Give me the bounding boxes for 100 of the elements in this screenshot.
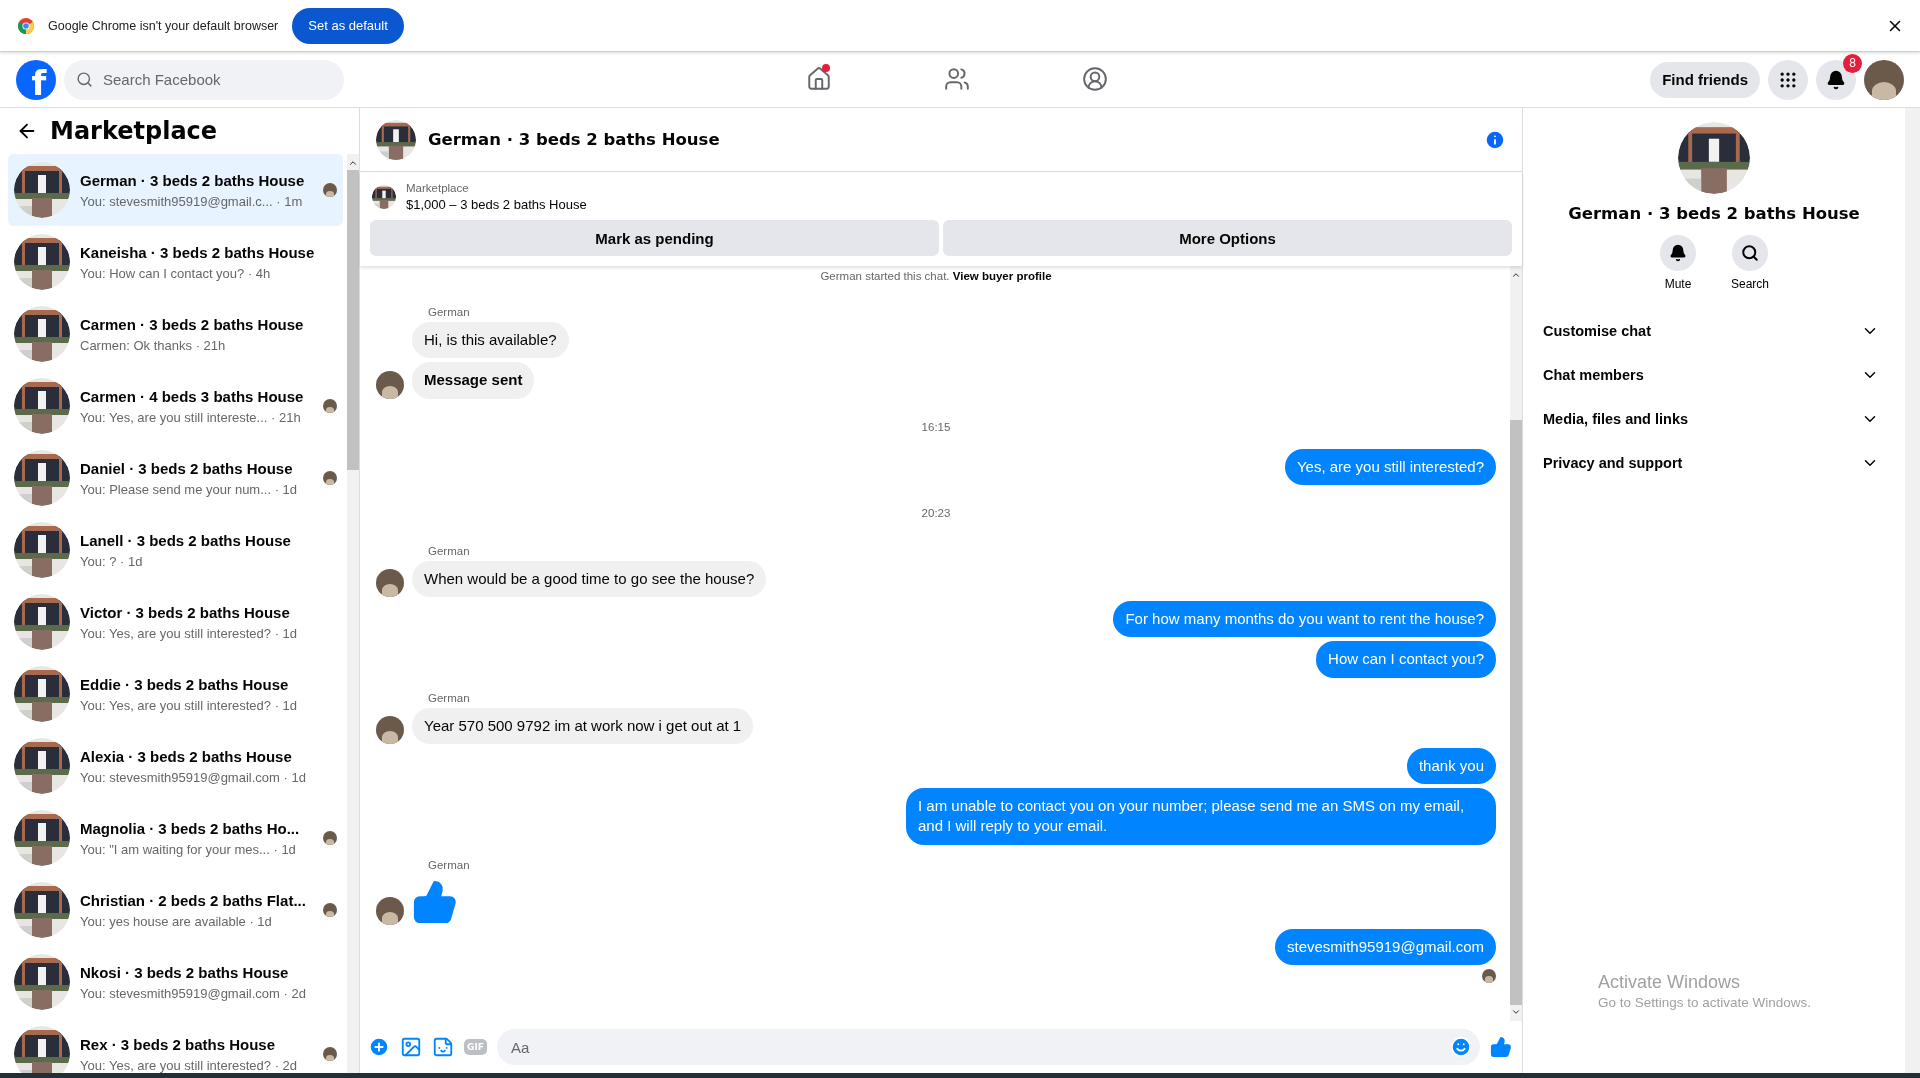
message-bubble: I am unable to contact you on your number; please send me an SMS on my email, and I will reply to your email. — [906, 788, 1496, 845]
bell-icon — [1669, 244, 1687, 262]
conversation-item[interactable]: Magnolia · 3 beds 2 baths Ho... You: "I am waiting for your mes... · 1d — [8, 802, 343, 874]
conversation-title: Carmen · 4 beds 3 baths House — [80, 386, 304, 406]
activation-title: Activate Windows — [1598, 972, 1742, 993]
conversation-item[interactable]: Carmen · 4 beds 3 baths House You: Yes, are you still intereste... · 21h — [8, 370, 343, 442]
bell-icon — [1826, 69, 1846, 90]
conversation-preview: You: ? · 1d — [80, 552, 143, 570]
conversation-preview: You: Yes, are you still interested? · 1d — [80, 696, 298, 714]
sticker-icon[interactable] — [432, 1036, 454, 1058]
conversation-item[interactable]: Christian · 2 beds 2 baths Flat... You: yes house are available · 1d — [8, 874, 343, 946]
listing-title: $1,000 – 3 beds 2 baths House — [406, 197, 587, 212]
conversation-item[interactable]: Daniel · 3 beds 2 baths House You: Please send me your num... · 1d — [8, 442, 343, 514]
message-bubble: stevesmith95919@gmail.com — [1275, 928, 1496, 965]
conversation-title: Alexia · 3 beds 2 baths House — [80, 746, 292, 766]
info-icon[interactable] — [1484, 128, 1506, 151]
sidebar-title: Marketplace — [50, 117, 218, 145]
conversation-title: German · 3 beds 2 baths House — [80, 170, 305, 190]
sender-name: German — [428, 691, 470, 704]
message-bubble: How can I contact you? — [1316, 641, 1496, 678]
conversation-title: Kaneisha · 3 beds 2 baths House — [80, 242, 315, 262]
logo[interactable]: f — [16, 59, 56, 100]
message-bubble: thank you — [1406, 747, 1496, 784]
plus-icon[interactable] — [368, 1036, 390, 1058]
seen-avatar — [1482, 968, 1496, 983]
conversation-title: Lanell · 3 beds 2 baths House — [80, 530, 291, 550]
details-section[interactable]: Chat members — [1541, 353, 1887, 397]
search-bar[interactable]: Search Facebook — [64, 59, 344, 100]
conversation-preview: You: How can I contact you? · 4h — [80, 264, 271, 282]
conversation-item[interactable]: Kaneisha · 3 beds 2 baths House You: How can I contact you? · 4h — [8, 226, 343, 298]
scroll-up-icon[interactable] — [348, 158, 358, 168]
set-default-button[interactable]: Set as default — [292, 7, 404, 44]
details-title: German · 3 beds 2 baths House — [1568, 204, 1860, 223]
scrollbar[interactable] — [347, 154, 359, 1073]
details-section[interactable]: Customise chat — [1541, 309, 1887, 353]
conversation-title: Nkosi · 3 beds 2 baths House — [80, 962, 289, 982]
message-bubble: Message sent — [412, 362, 535, 399]
thumbs-up-icon — [412, 878, 458, 925]
notifications-button[interactable] — [1816, 59, 1856, 100]
scrollbar[interactable] — [1905, 108, 1920, 1073]
conversation-title: Carmen · 3 beds 2 baths House — [80, 314, 304, 334]
conversation-title: Rex · 3 beds 2 baths House — [80, 1034, 276, 1054]
listing-button[interactable]: More Options — [943, 220, 1512, 256]
search-icon — [76, 71, 93, 88]
conversation-preview: Carmen: Ok thanks · 21h — [80, 336, 226, 354]
conversation-item[interactable]: Lanell · 3 beds 2 baths House You: ? · 1d — [8, 514, 343, 586]
message-bubble: When would be a good time to go see the house? — [412, 560, 767, 597]
chat-title: German · 3 beds 2 baths House — [428, 130, 721, 149]
mute-button[interactable]: Mute — [1654, 235, 1702, 291]
activation-text: Go to Settings to activate Windows. — [1598, 995, 1812, 1010]
message-bubble: Hi, is this available? — [412, 322, 569, 359]
conversation-title: Daniel · 3 beds 2 baths House — [80, 458, 293, 478]
infobar-message: Google Chrome isn't your default browser — [48, 18, 279, 33]
conversation-item[interactable]: Victor · 3 beds 2 baths House You: Yes, are you still interested? · 1d — [8, 586, 343, 658]
message-input[interactable]: Aa — [508, 1037, 1450, 1057]
conversation-preview: You: Yes, are you still interested? · 1d — [80, 624, 298, 642]
search-input[interactable]: Search Facebook — [101, 70, 332, 89]
details-section[interactable]: Privacy and support — [1541, 441, 1887, 485]
details-section[interactable]: Media, files and links — [1541, 397, 1887, 441]
timestamp: 20:23 — [921, 506, 951, 519]
conversation-preview: You: stevesmith95919@gmail.com · 1d — [80, 768, 306, 786]
home-icon — [806, 65, 832, 92]
chrome-logo-icon — [18, 17, 34, 34]
sender-name: German — [428, 858, 470, 871]
conversation-item[interactable]: Carmen · 3 beds 2 baths House Carmen: Ok thanks · 21h — [8, 298, 343, 370]
search-button[interactable]: Search — [1726, 235, 1774, 291]
find-friends-button[interactable]: Find friends — [1650, 61, 1760, 98]
conversation-title: Christian · 2 beds 2 baths Flat... — [80, 890, 306, 910]
conversation-title: Eddie · 3 beds 2 baths House — [80, 674, 289, 694]
search-icon — [1741, 244, 1759, 262]
conversation-item[interactable]: Alexia · 3 beds 2 baths House You: stevesmith95919@gmail.com · 1d — [8, 730, 343, 802]
listing-button[interactable]: Mark as pending — [370, 220, 939, 256]
scroll-up-icon[interactable] — [1511, 270, 1521, 280]
conversation-preview: You: "I am waiting for your mes... · 1d — [80, 840, 296, 858]
thumbs-up-icon[interactable] — [1490, 1036, 1512, 1058]
conversation-item[interactable]: German · 3 beds 2 baths House You: stevesmith95919@gmail.c... · 1m — [8, 154, 343, 226]
conversation-title: Victor · 3 beds 2 baths House — [80, 602, 290, 622]
sender-name: German — [428, 306, 470, 318]
image-icon[interactable] — [400, 1036, 422, 1058]
emoji-icon[interactable] — [1450, 1036, 1472, 1058]
scrollbar[interactable] — [1510, 266, 1522, 1021]
conversation-preview: You: Yes, are you still intereste... · 21h — [80, 408, 301, 426]
conversation-preview: You: Yes, are you still interested? · 2d — [80, 1056, 298, 1073]
sender-name: German — [428, 544, 470, 557]
chat-notice: German started this chat. View buyer profile — [820, 270, 1052, 282]
message-bubble: For how many months do you want to rent the house? — [1113, 601, 1496, 638]
message-bubble: Year 570 500 9792 im at work now i get out at 1 — [412, 707, 754, 744]
profile-avatar[interactable] — [1864, 59, 1904, 100]
conversation-title: Magnolia · 3 beds 2 baths Ho... — [80, 818, 300, 838]
listing-source: Marketplace — [406, 182, 470, 194]
conversation-preview: You: yes house are available · 1d — [80, 912, 272, 930]
conversation-item[interactable]: Eddie · 3 beds 2 baths House You: Yes, are you still interested? · 1d — [8, 658, 343, 730]
buyer-profile-link[interactable]: View buyer profile — [952, 270, 1052, 282]
avatar — [376, 896, 404, 925]
notification-badge: 8 — [1843, 53, 1862, 73]
menu-button[interactable] — [1768, 59, 1808, 100]
conversation-item[interactable]: Nkosi · 3 beds 2 baths House You: stevesmith95919@gmail.com · 2d — [8, 946, 343, 1018]
conversation-preview: You: stevesmith95919@gmail.com · 2d — [80, 984, 306, 1002]
message-field[interactable]: Aa — [496, 1029, 1480, 1065]
scroll-down-icon[interactable] — [1511, 1007, 1521, 1017]
